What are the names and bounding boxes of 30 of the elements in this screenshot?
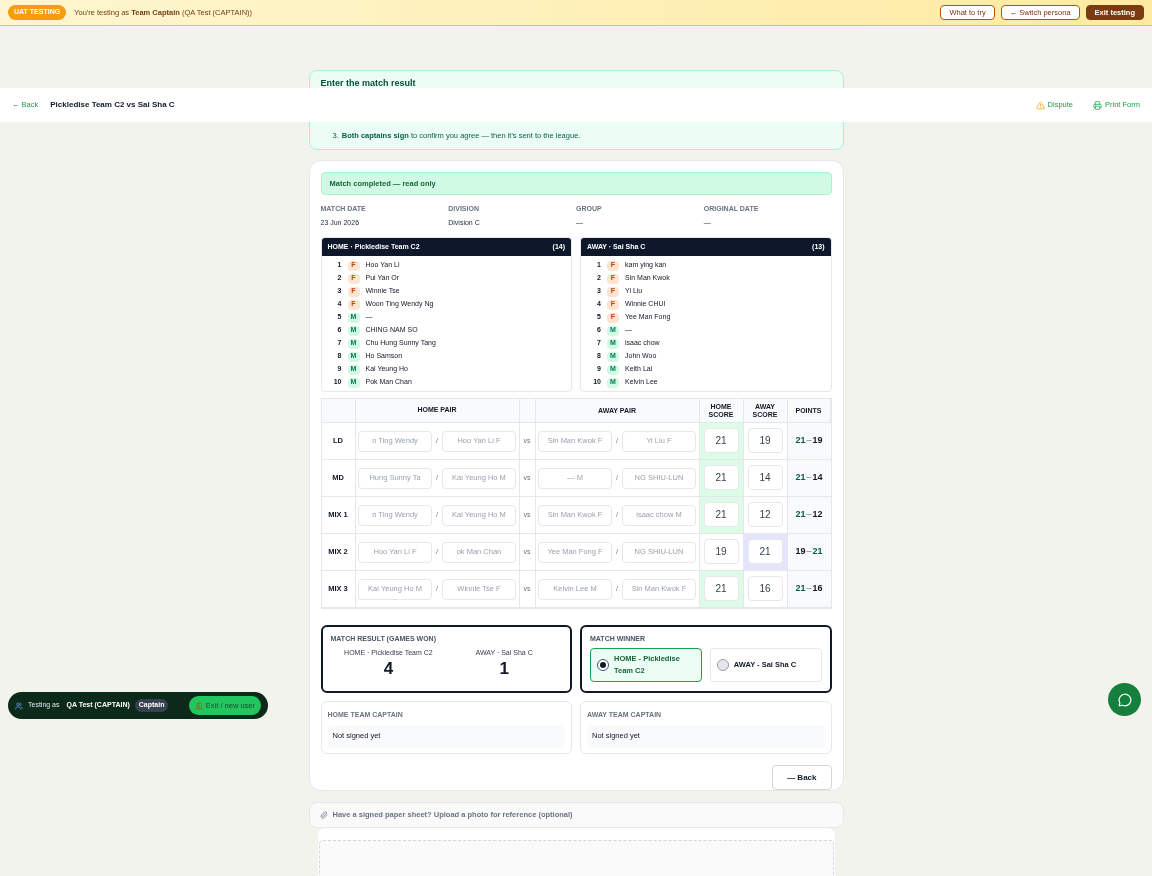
score-field[interactable]: 21 — [703, 576, 739, 601]
score-field[interactable]: 12 — [747, 502, 783, 527]
points-dash: – — [806, 508, 812, 522]
points-value: 21 — [795, 471, 806, 485]
instructions-title: Enter the match result — [320, 77, 417, 90]
points-value: 21 — [795, 582, 806, 596]
score-field[interactable]: 21 — [747, 539, 783, 564]
score-field[interactable]: 14 — [747, 465, 783, 490]
points-dash: – — [806, 545, 812, 559]
points-value: 19 — [812, 434, 823, 448]
points-dash: – — [806, 471, 812, 485]
points-value: 14 — [812, 471, 823, 485]
page-title: Pickledise Team C2 vs Sai Sha C — [50, 99, 175, 111]
points-value: 21 — [812, 545, 823, 559]
points-value: 16 — [812, 582, 823, 596]
games-won: 1 — [499, 658, 509, 680]
back-button[interactable]: — Back — [772, 765, 832, 790]
points-dash: – — [806, 434, 812, 448]
points-value: 21 — [795, 508, 806, 522]
score-field[interactable]: 19 — [747, 428, 783, 453]
score-field[interactable]: 21 — [703, 465, 739, 490]
points-value: 21 — [795, 434, 806, 448]
points-value: 12 — [812, 508, 823, 522]
score-field[interactable]: 19 — [703, 539, 739, 564]
points-dash: – — [806, 582, 812, 596]
games-won: 4 — [383, 658, 394, 680]
score-field[interactable]: 21 — [703, 428, 739, 453]
score-field[interactable]: 16 — [747, 576, 783, 601]
points-value: 19 — [795, 545, 806, 559]
score-field[interactable]: 21 — [703, 502, 739, 527]
